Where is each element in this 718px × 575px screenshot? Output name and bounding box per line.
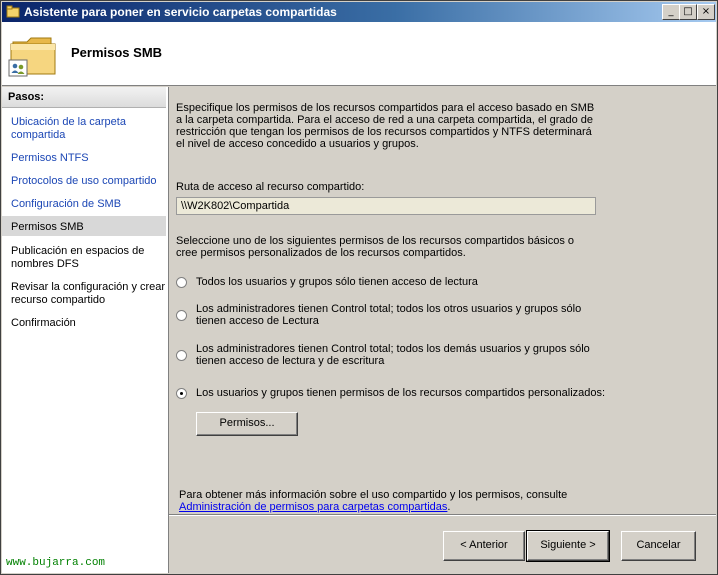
shared-folder-icon [8,37,56,77]
radio-admin-full-write[interactable] [176,350,187,361]
steps-heading: Pasos: [2,87,166,108]
radio-admin-full-read[interactable] [176,310,187,321]
option-custom-label: Los usuarios y grupos tienen permisos de… [196,387,606,399]
radio-read-only[interactable] [176,277,187,288]
back-button[interactable]: < Anterior [443,531,525,561]
window-title: Asistente para poner en servicio carpeta… [24,5,337,19]
main-content: Especifique los permisos de los recursos… [169,87,716,573]
share-path-field[interactable]: \\W2K802\Compartida [176,197,596,215]
option-admin-full-read-label: Los administradores tienen Control total… [196,303,582,327]
permissions-button[interactable]: Permisos... [196,412,298,436]
radio-custom[interactable] [176,388,187,399]
info-text: Para obtener más información sobre el us… [179,489,699,513]
step-publicacion-dfs: Publicación en espacios de nombres DFS [11,245,145,270]
info-text-label: Para obtener más información sobre el us… [179,489,568,501]
info-link-suffix: . [447,501,451,513]
wizard-header: Permisos SMB [2,22,716,86]
option-admin-full-write-label: Los administradores tienen Control total… [196,343,590,367]
step-confirmacion: Confirmación [11,317,76,329]
footer-divider [169,514,716,516]
page-title: Permisos SMB [71,45,163,60]
permissions-help-link[interactable]: Administración de permisos para carpetas… [179,501,447,513]
step-permisos-smb: Permisos SMB [2,216,166,236]
cancel-button[interactable]: Cancelar [621,531,696,561]
minimize-button[interactable]: _ [662,4,680,20]
step-protocolos[interactable]: Protocolos de uso compartido [2,175,166,188]
wizard-window: Asistente para poner en servicio carpeta… [0,0,718,575]
choose-text: Seleccione uno de los siguientes permiso… [176,235,575,259]
path-label: Ruta de acceso al recurso compartido: [176,181,365,193]
wizard-icon [6,5,20,18]
title-bar[interactable]: Asistente para poner en servicio carpeta… [2,2,716,22]
option-read-only-label: Todos los usuarios y grupos sólo tienen … [196,276,478,288]
step-ubicacion[interactable]: Ubicación de la carpeta compartida [2,116,166,142]
step-permisos-ntfs[interactable]: Permisos NTFS [2,152,166,165]
steps-sidebar: Pasos: Ubicación de la carpeta compartid… [2,87,169,573]
watermark: www.bujarra.com [6,557,106,569]
next-button[interactable]: Siguiente > [526,530,610,562]
intro-text: Especifique los permisos de los recursos… [176,102,595,150]
close-button[interactable]: × [697,4,715,20]
maximize-button[interactable]: □ [679,4,697,20]
step-revisar: Revisar la configuración y crear recurso… [11,281,166,306]
steps-heading-label: Pasos: [8,91,45,103]
step-configuracion-smb[interactable]: Configuración de SMB [2,198,166,211]
